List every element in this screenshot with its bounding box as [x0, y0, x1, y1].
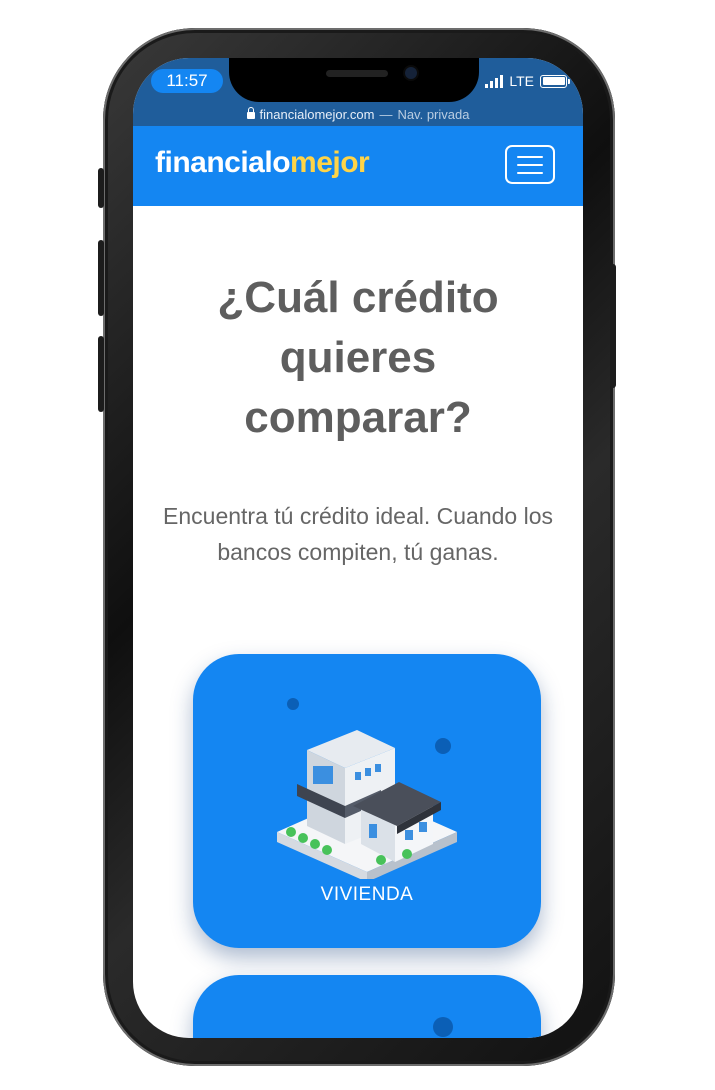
front-camera — [405, 67, 417, 79]
network-label: LTE — [509, 73, 534, 89]
mute-switch — [98, 168, 104, 208]
credit-card-next[interactable] — [193, 975, 541, 1038]
notch — [229, 58, 479, 102]
power-button — [610, 264, 616, 388]
site-logo[interactable]: financialomejor — [155, 146, 370, 180]
hamburger-menu-button[interactable] — [505, 145, 555, 184]
signal-icon — [485, 74, 504, 88]
url-separator: — — [379, 106, 393, 122]
url-text: financialomejor.com — [259, 106, 375, 122]
volume-down-button — [98, 336, 104, 412]
site-header: financialomejor — [133, 126, 583, 206]
status-icons: LTE — [485, 71, 570, 91]
battery-icon — [540, 74, 570, 88]
phone-screen: 11:57 LTE financialomejor.com — Nav. pri… — [133, 58, 583, 1038]
status-time: 11:57 — [151, 69, 223, 93]
decor-dot-icon — [433, 1017, 453, 1037]
card-label-vivienda: VIVIENDA — [320, 884, 414, 905]
page-title: ¿Cuál crédito quieres comparar? — [217, 273, 499, 442]
credit-card-vivienda[interactable]: VIVIENDA — [193, 654, 541, 948]
speaker-grille — [326, 70, 388, 77]
house-icon — [277, 698, 457, 879]
private-mode-label: Nav. privada — [397, 106, 470, 122]
volume-up-button — [98, 240, 104, 316]
page-subtitle: Encuentra tú crédito ideal. Cuando los b… — [163, 503, 553, 565]
url-bar[interactable]: financialomejor.com — Nav. privada — [133, 102, 583, 126]
lock-icon — [246, 107, 255, 119]
